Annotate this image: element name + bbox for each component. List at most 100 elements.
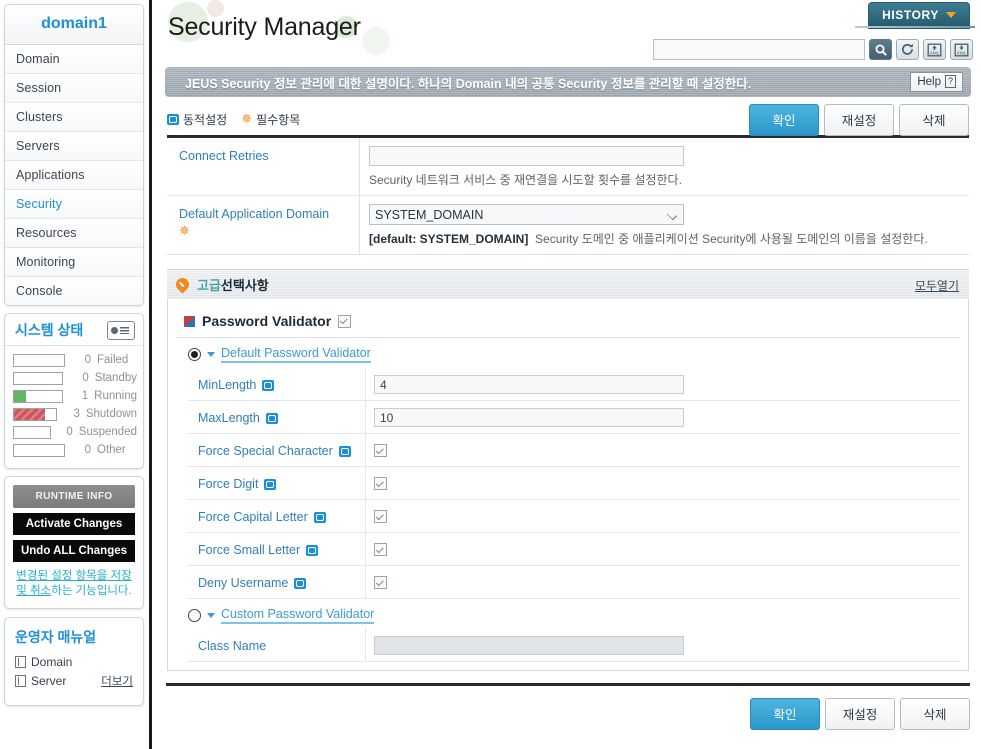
activate-changes-button[interactable]: Activate Changes [13,513,135,535]
triangle-collapse-icon[interactable] [207,352,215,357]
status-bar-failed [13,353,65,367]
sub-field [366,467,960,499]
form-field: SYSTEM_DOMAIN [default: SYSTEM_DOMAIN] S… [360,196,969,254]
main-form-table: Connect Retries Security 네트워크 서비스 중 재연결을… [167,138,969,255]
sub-field [366,533,960,565]
triangle-collapse-icon[interactable] [207,613,215,618]
sub-row-force-capital-letter: Force Capital Letter [188,500,960,533]
sync-icon [294,577,307,589]
radio-default-password-validator[interactable] [188,348,201,361]
advanced-title-text: 선택사항 [220,278,269,293]
confirm-button-bottom[interactable]: 확인 [750,698,820,730]
expand-all-link[interactable]: 모두열기 [915,277,959,294]
minlength-input[interactable] [374,375,684,394]
custom-password-validator-option[interactable]: Custom Password Validator [176,599,960,629]
asterisk-icon: ✵ [241,111,253,126]
status-bar-standby [13,371,64,385]
sub-label-text: Deny Username [198,576,289,590]
form-row-default-application-domain: Default Application Domain ✵ SYSTEM_DOMA… [167,196,969,255]
changes-hint: 변경된 설정 항목을 저장 및 취소하는 기능입니다. [13,569,135,599]
undo-all-changes-button[interactable]: Undo ALL Changes [13,540,135,562]
sidebar: domain1 Domain Session Clusters Servers … [0,0,152,749]
manual-more-link[interactable]: 더보기 [101,673,133,689]
sidebar-item-clusters[interactable]: Clusters [5,103,143,132]
chevron-down-icon [666,209,678,221]
sub-label-text: Class Name [198,639,267,653]
svg-text:XML: XML [930,50,940,55]
status-count: 0 [84,354,91,366]
delete-button-bottom[interactable]: 삭제 [900,698,970,730]
sidebar-item-session[interactable]: Session [5,74,143,103]
sub-label-text: MinLength [198,378,257,392]
reset-button-bottom[interactable]: 재설정 [825,698,895,730]
search-bar: XML XML [653,39,973,60]
sidebar-item-applications[interactable]: Applications [5,161,143,190]
status-count: 0 [82,372,89,384]
help-button[interactable]: Help ? [910,72,963,92]
manual-item-label: Domain [31,655,73,669]
xml-export-icon[interactable]: XML [950,39,973,60]
help-label: Help [917,75,941,88]
sub-field [366,434,960,466]
svg-text:XML: XML [957,50,967,55]
deny-username-checkbox[interactable] [374,576,387,589]
history-button[interactable]: HISTORY [868,2,970,29]
manual-item-domain[interactable]: Domain [15,655,133,669]
sub-label-text: Force Special Character [198,444,333,458]
status-row: 0 Other [13,442,137,458]
sub-field [366,500,960,532]
sidebar-item-console[interactable]: Console [5,277,143,305]
password-validator-checkbox[interactable] [338,314,352,328]
monitor-icon[interactable] [107,320,135,340]
sidebar-item-domain[interactable]: Domain [5,45,143,74]
sub-label: Force Small Letter [188,533,366,565]
chevron-down-icon [946,12,956,18]
delete-button-top[interactable]: 삭제 [899,104,969,136]
force-digit-checkbox[interactable] [374,477,387,490]
status-bar-suspended [13,425,52,439]
sub-row-deny-username: Deny Username [188,566,960,599]
reset-button-top[interactable]: 재설정 [824,104,894,136]
default-password-validator-label[interactable]: Default Password Validator [221,346,371,363]
radio-custom-password-validator[interactable] [188,609,201,622]
advanced-section-body: Password Validator Default Password Vali… [167,299,969,671]
form-label: Connect Retries [167,138,360,195]
class-name-input[interactable] [374,636,684,655]
legend-dynamic: 동적설정 [167,111,227,128]
default-password-validator-option[interactable]: Default Password Validator [176,338,960,368]
description-band: JEUS Security 정보 관리에 대한 설명이다. 하나의 Domain… [165,67,971,97]
force-small-letter-checkbox[interactable] [374,543,387,556]
domain-title: domain1 [5,5,143,45]
book-icon [15,675,26,687]
manual-item-server[interactable]: Server 더보기 [15,673,133,689]
search-icon[interactable] [869,39,892,60]
confirm-button-top[interactable]: 확인 [749,104,819,136]
changes-hint-rest: 하는 기능입니다. [51,585,132,597]
book-icon [15,656,26,668]
force-capital-letter-checkbox[interactable] [374,510,387,523]
form-label-text: Default Application Domain [179,207,330,221]
top-action-buttons: 확인 재설정 삭제 [749,104,969,136]
force-special-character-checkbox[interactable] [374,444,387,457]
xml-import-icon[interactable]: XML [923,39,946,60]
sub-label: Force Special Character [188,434,366,466]
form-label: Default Application Domain ✵ [167,196,360,254]
sub-label: Deny Username [188,566,366,598]
default-application-domain-select[interactable]: SYSTEM_DOMAIN [369,204,684,225]
sidebar-item-resources[interactable]: Resources [5,219,143,248]
sidebar-item-servers[interactable]: Servers [5,132,143,161]
refresh-icon[interactable] [896,39,919,60]
connect-retries-input[interactable] [369,146,684,166]
description-text: JEUS Security 정보 관리에 대한 설명이다. 하나의 Domain… [185,76,752,91]
status-row: 1 Running [13,388,137,404]
custom-password-validator-label[interactable]: Custom Password Validator [221,607,375,624]
maxlength-input[interactable] [374,408,684,427]
status-label: Other [97,444,126,456]
sidebar-item-monitoring[interactable]: Monitoring [5,248,143,277]
sidebar-item-security[interactable]: Security [5,190,143,219]
system-status-card: 시스템 상태 0 Failed 0 Standby 1 Running 3 Sh… [4,313,144,469]
runtime-info-button[interactable]: RUNTIME INFO [13,485,135,508]
search-input[interactable] [653,39,865,60]
sync-icon [306,544,319,556]
select-value: SYSTEM_DOMAIN [375,207,484,222]
